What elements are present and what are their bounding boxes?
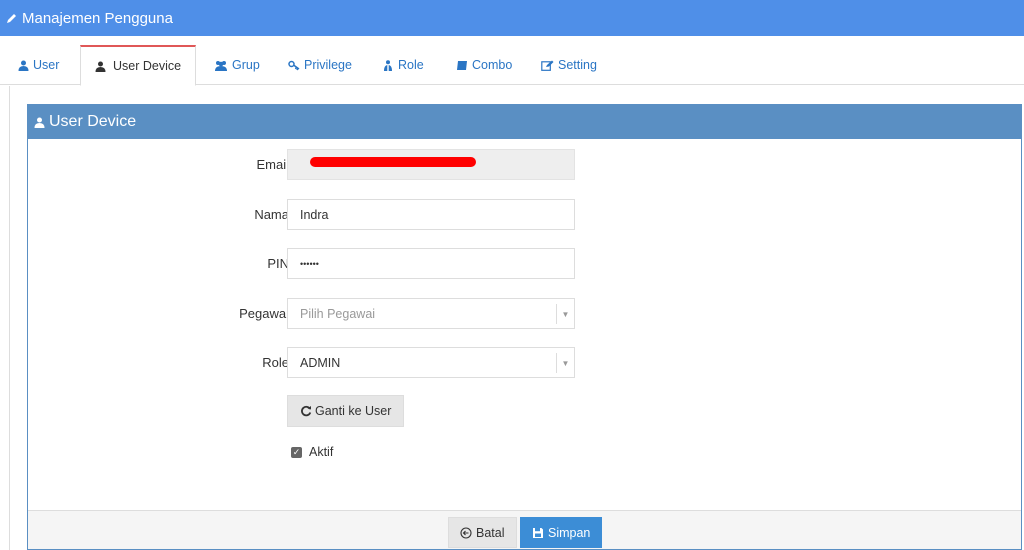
back-arrow-icon [460,526,472,539]
panel-header: User Device [28,105,1021,139]
tab-label: Privilege [304,58,352,72]
nama-input[interactable]: Indra [287,199,575,230]
book-icon [457,60,467,70]
page-title: Manajemen Pengguna [22,9,173,27]
tab-privilege[interactable]: Privilege [288,45,352,85]
tab-label: Grup [232,58,260,72]
panel-title: User Device [49,113,137,130]
pin-row: PIN •••••• [28,248,1023,280]
form-footer: Batal Simpan [28,510,1021,549]
chevron-down-icon[interactable]: ▼ [556,353,574,373]
users-icon [215,60,227,71]
tab-setting[interactable]: Setting [541,45,597,85]
edit-icon [541,60,554,71]
aktif-row: ✓ Aktif [291,445,333,459]
aktif-checkbox[interactable]: ✓ [291,446,302,458]
save-icon [533,527,543,538]
tab-user[interactable]: User [18,45,59,85]
role-select[interactable]: ADMIN ▼ [287,347,575,378]
aktif-label: Aktif [309,445,334,459]
pencil-icon [7,14,16,23]
sitemap-icon [384,59,392,71]
user-icon [95,61,106,72]
user-device-panel: User Device Email Nama Indra PIN •••••• … [27,104,1022,550]
user-icon [18,60,29,71]
user-icon [34,117,45,128]
tab-role[interactable]: Role [382,45,424,85]
refresh-icon [301,405,312,417]
tab-label: Combo [472,58,513,72]
batal-button[interactable]: Batal [448,517,517,548]
pin-label: PIN [267,256,289,271]
tab-label: User [33,58,60,72]
email-row: Email [28,149,1023,181]
nama-row: Nama Indra [28,199,1023,231]
batal-label: Batal [476,525,505,540]
ganti-label: Ganti ke User [315,404,392,418]
pegawai-select[interactable]: Pilih Pegawai ▼ [287,298,575,329]
tab-combo[interactable]: Combo [456,45,512,85]
pegawai-placeholder: Pilih Pegawai [300,306,376,321]
pin-input[interactable]: •••••• [287,248,575,279]
role-value: ADMIN [300,355,341,370]
pegawai-label: Pegawai [239,306,289,321]
key-icon [288,60,300,70]
tab-bar: User User Device Grup Privilege Role Com… [0,45,1024,86]
email-label: Email [256,157,289,172]
ganti-ke-user-button[interactable]: Ganti ke User [287,395,405,427]
pin-value: •••••• [300,258,319,269]
nama-label: Nama [254,207,289,222]
simpan-label: Simpan [548,525,591,540]
tab-grup[interactable]: Grup [214,45,260,85]
role-label: Role [262,355,289,370]
email-field [287,149,575,180]
tab-label: User Device [113,59,182,73]
simpan-button[interactable]: Simpan [520,517,603,548]
redaction-mark [310,157,476,167]
pegawai-row: Pegawai Pilih Pegawai ▼ [28,298,1023,330]
role-row: Role ADMIN ▼ [28,347,1023,379]
nama-value: Indra [300,207,329,222]
tab-label: Setting [558,58,597,72]
app-header: Manajemen Pengguna [0,0,1024,36]
chevron-down-icon[interactable]: ▼ [556,304,574,324]
tab-user-device[interactable]: User Device [80,45,197,86]
tab-label: Role [398,58,424,72]
